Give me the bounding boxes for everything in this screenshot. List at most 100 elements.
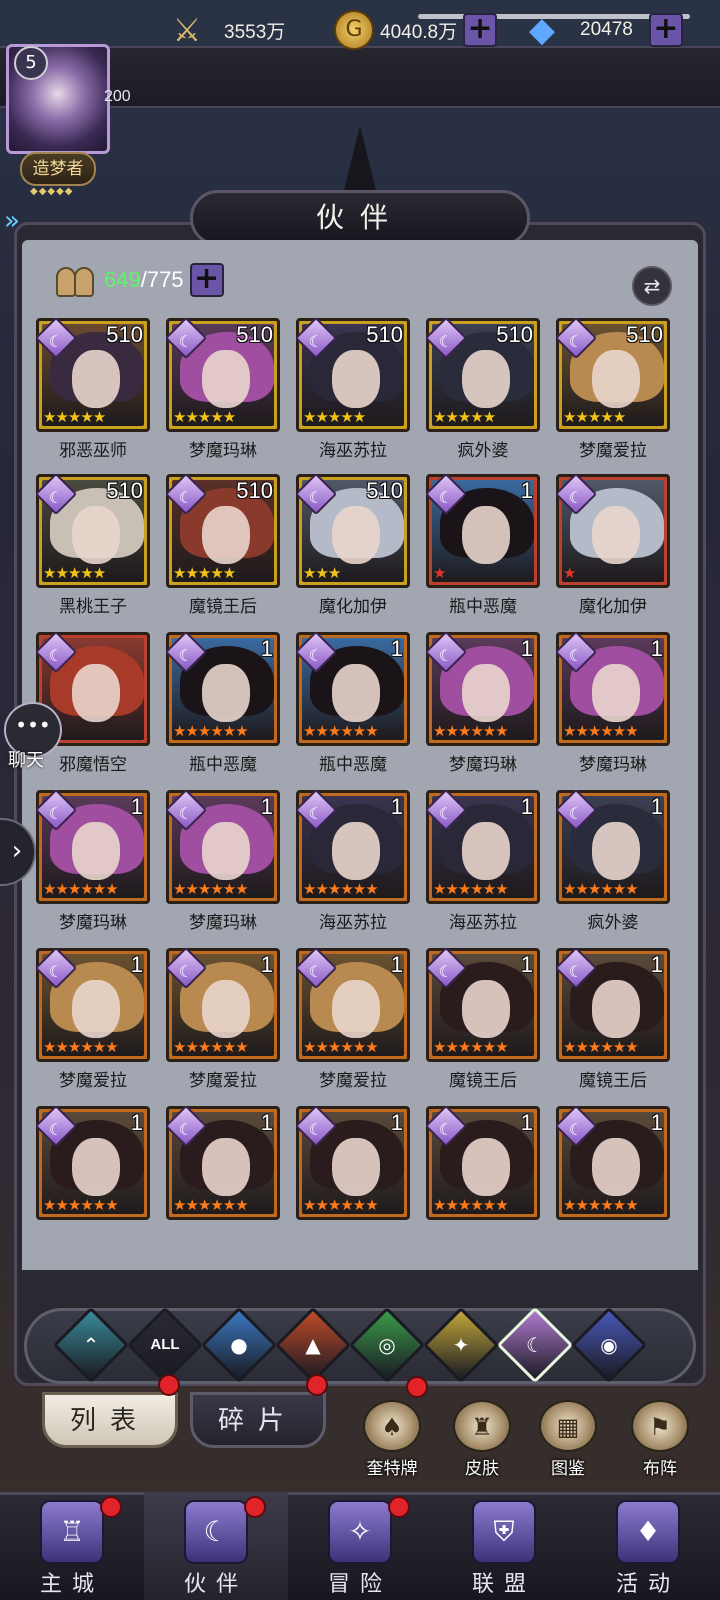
hero-name: 黑桃王子 [59, 597, 127, 617]
hero-level: 510 [106, 478, 143, 503]
tab-list[interactable]: 列表 [42, 1392, 178, 1448]
hero-card[interactable]: ☾ 1 ★★★★★★ [554, 630, 670, 746]
hero-card[interactable]: ☾ ★ [554, 472, 670, 588]
moon-glyph: ☾ [178, 961, 193, 981]
partner-count: 649 /775 + [56, 262, 224, 298]
moon-glyph: ☾ [568, 645, 583, 665]
add-gems-button[interactable]: + [648, 13, 683, 47]
hero-name: 疯外婆 [457, 441, 509, 461]
element-glyph: ◉ [600, 1333, 618, 1357]
hero-stars: ★★★★★★ [173, 1196, 249, 1214]
card-tool-button[interactable]: ♠ 奎特牌 [352, 1400, 432, 1480]
hero-stars: ★★★★★ [173, 564, 236, 582]
hero-card[interactable]: ☾ 1 ★★★★★★ [554, 788, 670, 904]
hero-level: 1 [520, 636, 533, 661]
hero-face [462, 1138, 510, 1196]
nav-adventure-icon: ✧ [328, 1500, 392, 1564]
partner-count-total: /775 [140, 267, 184, 292]
nav-adventure[interactable]: ✧ 冒险 [288, 1492, 432, 1600]
hero-level: 1 [260, 636, 273, 661]
hero-stars: ★★★★★★ [303, 880, 379, 898]
hero-face [332, 350, 380, 408]
hero-card[interactable]: ☾ 1 ★★★★★★ [294, 1104, 410, 1220]
hero-face [332, 664, 380, 722]
player-title-badge[interactable]: 造梦者 [20, 152, 96, 186]
hero-card[interactable]: ☾ 1 ★★★★★★ [424, 1104, 540, 1220]
hero-card[interactable]: ☾ 1 ★★★★★★ [294, 788, 410, 904]
hero-name: 梦魔玛琳 [449, 755, 517, 775]
hero-stars: ★★★★★★ [303, 1038, 379, 1056]
hero-card[interactable]: ☾ 1 ★★★★★★ [424, 946, 540, 1062]
formation-tool-button[interactable]: ⚑ 布阵 [620, 1400, 700, 1480]
nav-alliance[interactable]: ⛨ 联盟 [432, 1492, 576, 1600]
hero-face [592, 980, 640, 1038]
hero-card[interactable]: ☾ 1 ★★★★★★ [164, 946, 280, 1062]
hero-level: 1 [520, 478, 533, 503]
hero-card[interactable]: ☾ 1 ★★★★★★ [424, 630, 540, 746]
hero-card[interactable]: ☾ 510 ★★★★★ [554, 316, 670, 432]
hero-face [592, 1138, 640, 1196]
codex-tool-button[interactable]: ▦ 图鉴 [528, 1400, 608, 1480]
moon-glyph: ☾ [308, 961, 323, 981]
nav-city[interactable]: ♖ 主城 [0, 1492, 144, 1600]
nav-city-icon: ♖ [40, 1500, 104, 1564]
add-gold-button[interactable]: + [463, 13, 498, 47]
hero-level: 1 [130, 794, 143, 819]
hero-stars: ★★★★★★ [173, 1038, 249, 1056]
card-tool-label: 奎特牌 [366, 1459, 418, 1479]
hero-card[interactable]: ☾ 1 ★★★★★★ [294, 630, 410, 746]
hero-face [332, 1138, 380, 1196]
moon-glyph: ☾ [48, 331, 63, 351]
element-glyph: ALL [150, 1336, 180, 1353]
hero-card[interactable]: ☾ 1 ★★★★★★ [164, 630, 280, 746]
hero-face [462, 664, 510, 722]
skin-tool-label: 皮肤 [465, 1459, 499, 1479]
hero-card[interactable]: ☾ 510 ★★★★★ [34, 472, 150, 588]
hero-level: 1 [650, 1110, 663, 1135]
sort-toggle-button[interactable]: ⇄ [632, 266, 672, 306]
hero-card[interactable]: ☾ 510 ★★★★★ [164, 472, 280, 588]
tab-shards[interactable]: 碎片 [190, 1392, 326, 1448]
moon-glyph: ☾ [48, 1119, 63, 1139]
hero-name: 魔化加伊 [319, 597, 387, 617]
hero-card[interactable]: ☾ 1 ★★★★★★ [554, 1104, 670, 1220]
hero-name: 海巫苏拉 [319, 913, 387, 933]
hero-stars: ★★★★★★ [303, 1196, 379, 1214]
nav-events-label: 活动 [615, 1572, 680, 1597]
hero-card[interactable]: ☾ 1 ★★★★★★ [424, 788, 540, 904]
player-level-badge: 5 [14, 46, 48, 80]
moon-glyph: ☾ [178, 1119, 193, 1139]
hero-card[interactable]: ☾ 510 ★★★★★ [294, 316, 410, 432]
codex-tool-label: 图鉴 [551, 1459, 585, 1479]
tab-shards-notification [306, 1374, 328, 1396]
moon-glyph: ☾ [438, 645, 453, 665]
hero-card[interactable]: ☾ 1 ★★★★★★ [34, 946, 150, 1062]
hero-stars: ★★★★★★ [173, 880, 249, 898]
power-value: 3553万 [224, 21, 286, 43]
hero-card[interactable]: ☾ 1 ★★★★★★ [164, 788, 280, 904]
hero-card[interactable]: ☾ 1 ★ [424, 472, 540, 588]
expand-slots-button[interactable]: + [189, 263, 224, 297]
hero-stars: ★★★★★ [433, 408, 496, 426]
hero-card[interactable]: ☾ 510 ★★★ [294, 472, 410, 588]
hero-card[interactable]: ☾ 510 ★★★★★ [34, 316, 150, 432]
hero-card[interactable]: ☾ 1 ★★★★★★ [34, 1104, 150, 1220]
skin-tool-button[interactable]: ♜ 皮肤 [442, 1400, 522, 1480]
hero-card[interactable]: ☾ 1 ★★★★★★ [294, 946, 410, 1062]
hero-face [72, 1138, 120, 1196]
hero-card[interactable]: ☾ 510 ★★★★★ [424, 316, 540, 432]
hero-card[interactable]: ☾ 1 ★★★★★★ [34, 788, 150, 904]
hero-card[interactable]: ☾ 1 ★★★★★★ [164, 1104, 280, 1220]
nav-partners-label: 伙伴 [183, 1572, 248, 1597]
nav-partners[interactable]: ☾ 伙伴 [144, 1492, 288, 1600]
hero-stars: ★ [563, 564, 576, 582]
hero-face [72, 822, 120, 880]
chat-bubble-icon: ••• [15, 713, 51, 737]
nav-events[interactable]: ♦ 活动 [576, 1492, 720, 1600]
hero-card[interactable]: ☾ 510 ★★★★★ [164, 316, 280, 432]
moon-glyph: ☾ [308, 331, 323, 351]
hero-stars: ★★★★★ [173, 408, 236, 426]
hero-level: 510 [366, 322, 403, 347]
nav-adventure-notification [388, 1496, 410, 1518]
hero-card[interactable]: ☾ 1 ★★★★★★ [554, 946, 670, 1062]
